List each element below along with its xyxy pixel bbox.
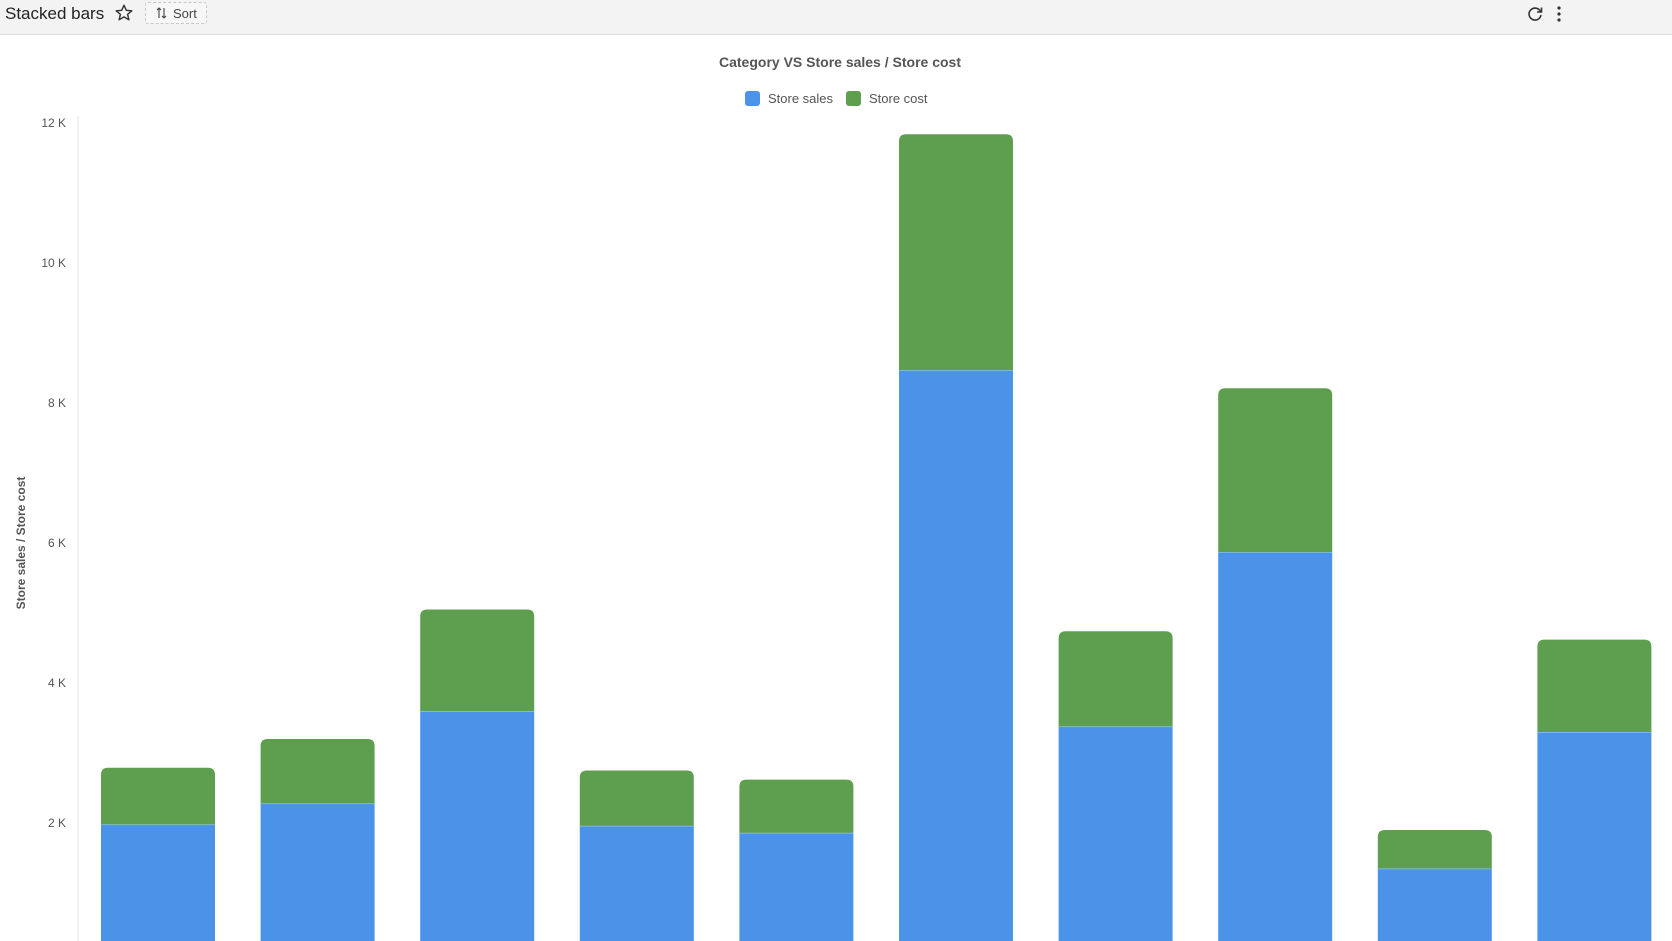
bar-segment-store-sales[interactable] [1537, 732, 1652, 941]
bar-segment-store-cost[interactable] [899, 134, 1013, 371]
bar-segment-store-sales[interactable] [1058, 726, 1173, 941]
sort-button[interactable]: Sort [145, 2, 207, 24]
bar-segment-store-cost[interactable] [739, 779, 854, 833]
legend: Store sales Store cost [745, 91, 928, 106]
legend-swatch-store-cost [846, 91, 861, 106]
chart-title: Category VS Store sales / Store cost [719, 54, 961, 70]
bar-segment-store-cost[interactable] [1058, 631, 1173, 727]
refresh-icon[interactable] [1525, 4, 1545, 24]
y-tick-label: 4 K [48, 676, 66, 690]
y-axis-label: Store sales / Store cost [14, 477, 28, 610]
legend-label-store-cost: Store cost [869, 91, 928, 106]
legend-item-store-cost[interactable]: Store cost [846, 91, 928, 106]
bar-segment-store-sales[interactable] [420, 711, 535, 941]
y-tick-label: 6 K [48, 536, 66, 550]
bar-segment-store-sales[interactable] [739, 832, 854, 941]
bar-segment-store-sales[interactable] [260, 803, 375, 941]
y-tick-label: 12 K [41, 116, 66, 130]
legend-label-store-sales: Store sales [768, 91, 834, 106]
y-axis-ticks: 2 K 4 K 6 K 8 K 10 K 12 K [41, 116, 66, 830]
bar-segment-store-cost[interactable] [260, 739, 375, 804]
bars [101, 134, 1652, 941]
more-vertical-icon[interactable] [1553, 4, 1565, 24]
sort-icon [156, 7, 167, 19]
bar-segment-store-cost[interactable] [579, 770, 694, 826]
bar-segment-store-cost[interactable] [1537, 639, 1652, 732]
legend-item-store-sales[interactable]: Store sales [745, 91, 834, 106]
chart-header: Stacked bars Sort [0, 0, 1672, 35]
bar-segment-store-cost[interactable] [1218, 388, 1333, 553]
y-tick-label: 8 K [48, 396, 66, 410]
bar-segment-store-cost[interactable] [101, 767, 215, 825]
bar-segment-store-sales[interactable] [1377, 868, 1492, 941]
stacked-bar-chart: Category VS Store sales / Store cost Sto… [14, 54, 1652, 941]
bar-segment-store-sales[interactable] [579, 825, 694, 941]
y-tick-label: 2 K [48, 816, 66, 830]
y-tick-label: 10 K [41, 256, 66, 270]
sort-button-label: Sort [173, 5, 197, 21]
legend-swatch-store-sales [745, 91, 760, 106]
bar-segment-store-cost[interactable] [420, 609, 535, 712]
star-icon[interactable] [114, 3, 134, 23]
bar-segment-store-sales[interactable] [1218, 552, 1333, 941]
chart-widget-title: Stacked bars [5, 4, 105, 23]
bar-segment-store-sales[interactable] [101, 824, 215, 941]
bar-segment-store-sales[interactable] [899, 370, 1013, 941]
bar-segment-store-cost[interactable] [1377, 830, 1492, 869]
